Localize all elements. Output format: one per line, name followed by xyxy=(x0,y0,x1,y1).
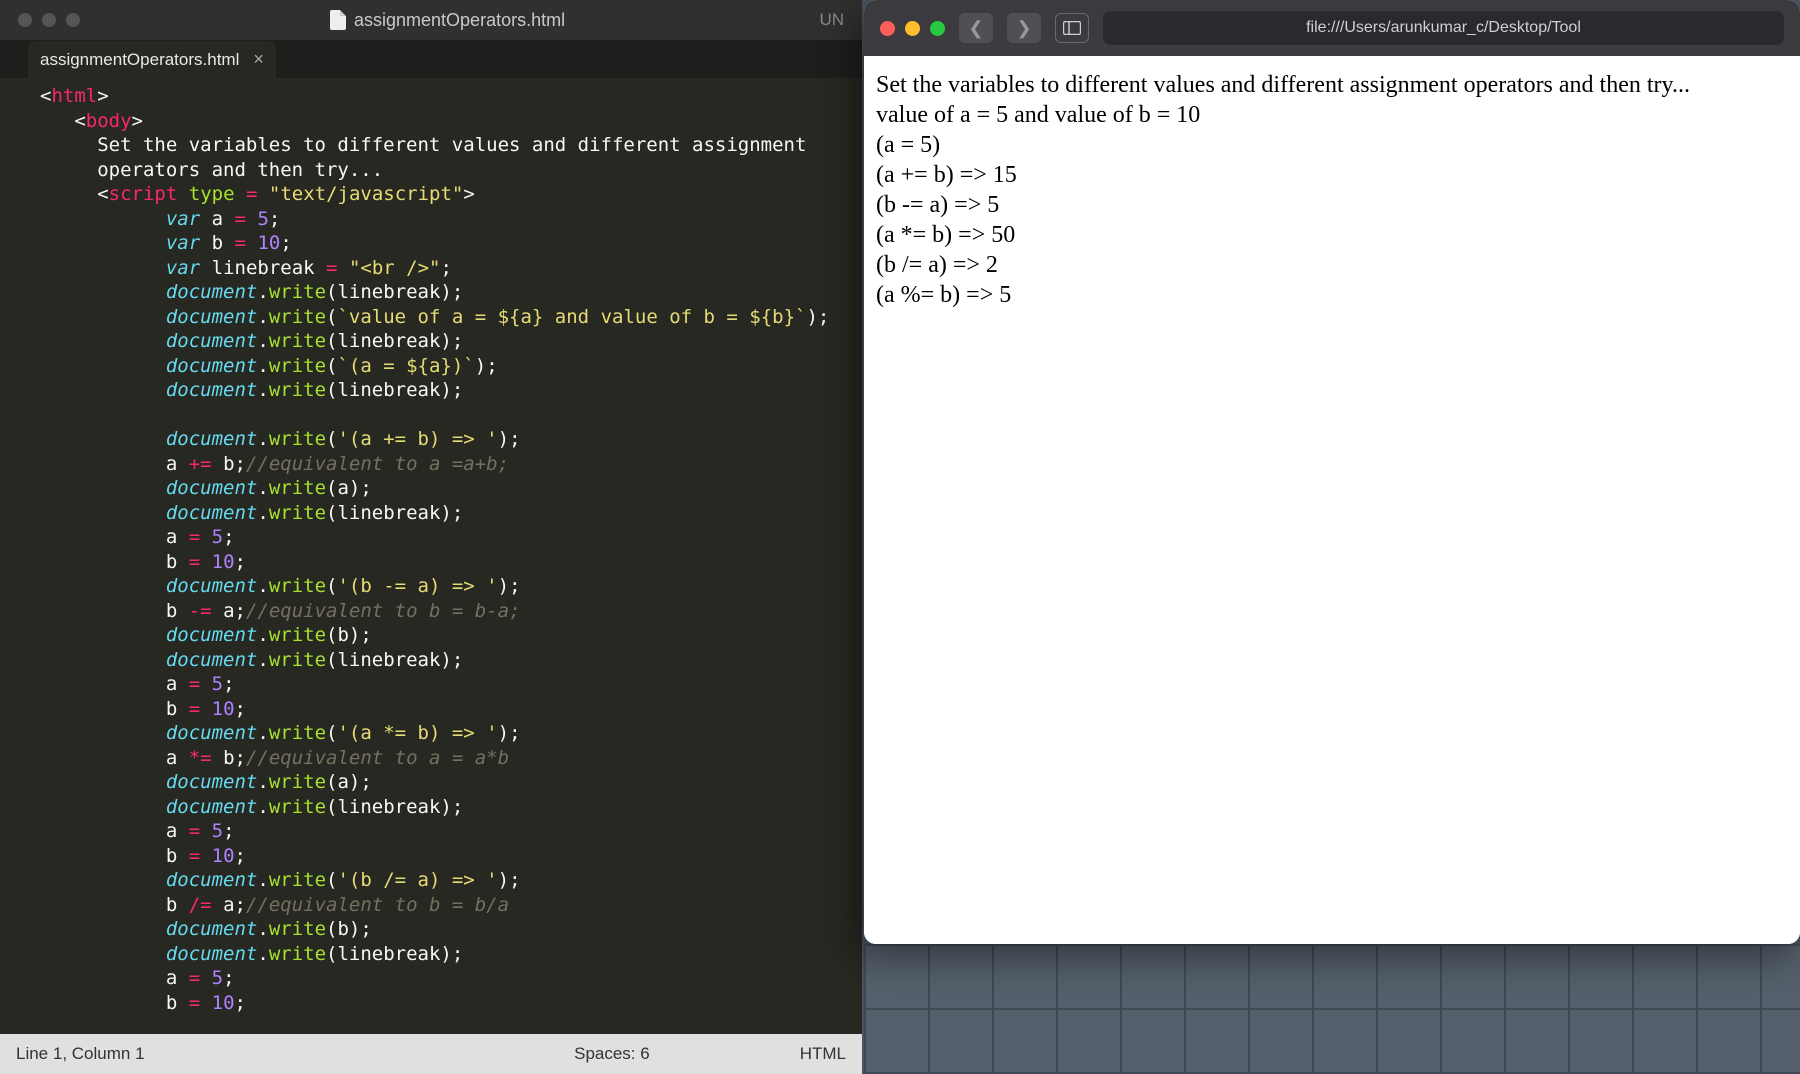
code-editor-window: assignmentOperators.html UN assignmentOp… xyxy=(0,0,862,1074)
editor-close-icon[interactable] xyxy=(18,13,32,27)
page-line: (b /= a) => 2 xyxy=(876,250,1788,280)
close-icon[interactable]: × xyxy=(253,49,264,70)
browser-zoom-icon[interactable] xyxy=(930,21,945,36)
editor-minimize-icon[interactable] xyxy=(42,13,56,27)
editor-tabbar: assignmentOperators.html × xyxy=(0,40,862,78)
editor-statusbar: Line 1, Column 1 Spaces: 6 HTML xyxy=(0,1034,862,1074)
desktop-background xyxy=(864,944,1800,1074)
status-cursor-position[interactable]: Line 1, Column 1 xyxy=(16,1044,145,1064)
document-icon xyxy=(330,10,346,30)
page-line: (a *= b) => 50 xyxy=(876,220,1788,250)
page-content: Set the variables to different values an… xyxy=(864,56,1800,944)
sidebar-icon xyxy=(1063,21,1081,35)
page-line: value of a = 5 and value of b = 10 xyxy=(876,100,1788,130)
forward-button[interactable]: ❯ xyxy=(1007,13,1041,43)
page-line: (a %= b) => 5 xyxy=(876,280,1788,310)
url-text: file:///Users/arunkumar_c/Desktop/Tool xyxy=(1306,19,1581,37)
editor-tab[interactable]: assignmentOperators.html × xyxy=(28,41,276,78)
url-field[interactable]: file:///Users/arunkumar_c/Desktop/Tool xyxy=(1103,11,1784,45)
browser-traffic-lights[interactable] xyxy=(880,21,945,36)
page-line: (b -= a) => 5 xyxy=(876,190,1788,220)
editor-traffic-lights[interactable] xyxy=(18,13,80,27)
browser-window: ❮ ❯ file:///Users/arunkumar_c/Desktop/To… xyxy=(864,0,1800,944)
page-line: (a = 5) xyxy=(876,130,1788,160)
status-indent[interactable]: Spaces: 6 xyxy=(574,1044,650,1064)
editor-tab-label: assignmentOperators.html xyxy=(40,50,239,70)
back-button[interactable]: ❮ xyxy=(959,13,993,43)
page-line: Set the variables to different values an… xyxy=(876,70,1788,100)
sidebar-toggle-button[interactable] xyxy=(1055,13,1089,43)
editor-title-file: assignmentOperators.html xyxy=(330,10,565,31)
status-language[interactable]: HTML xyxy=(800,1044,846,1064)
page-line: (a += b) => 15 xyxy=(876,160,1788,190)
browser-toolbar: ❮ ❯ file:///Users/arunkumar_c/Desktop/To… xyxy=(864,0,1800,56)
editor-title-text: assignmentOperators.html xyxy=(354,10,565,31)
editor-title-right: UN xyxy=(819,10,844,30)
editor-zoom-icon[interactable] xyxy=(66,13,80,27)
code-area[interactable]: <html> <body> Set the variables to diffe… xyxy=(0,78,862,1034)
browser-minimize-icon[interactable] xyxy=(905,21,920,36)
editor-titlebar: assignmentOperators.html UN xyxy=(0,0,862,40)
browser-close-icon[interactable] xyxy=(880,21,895,36)
